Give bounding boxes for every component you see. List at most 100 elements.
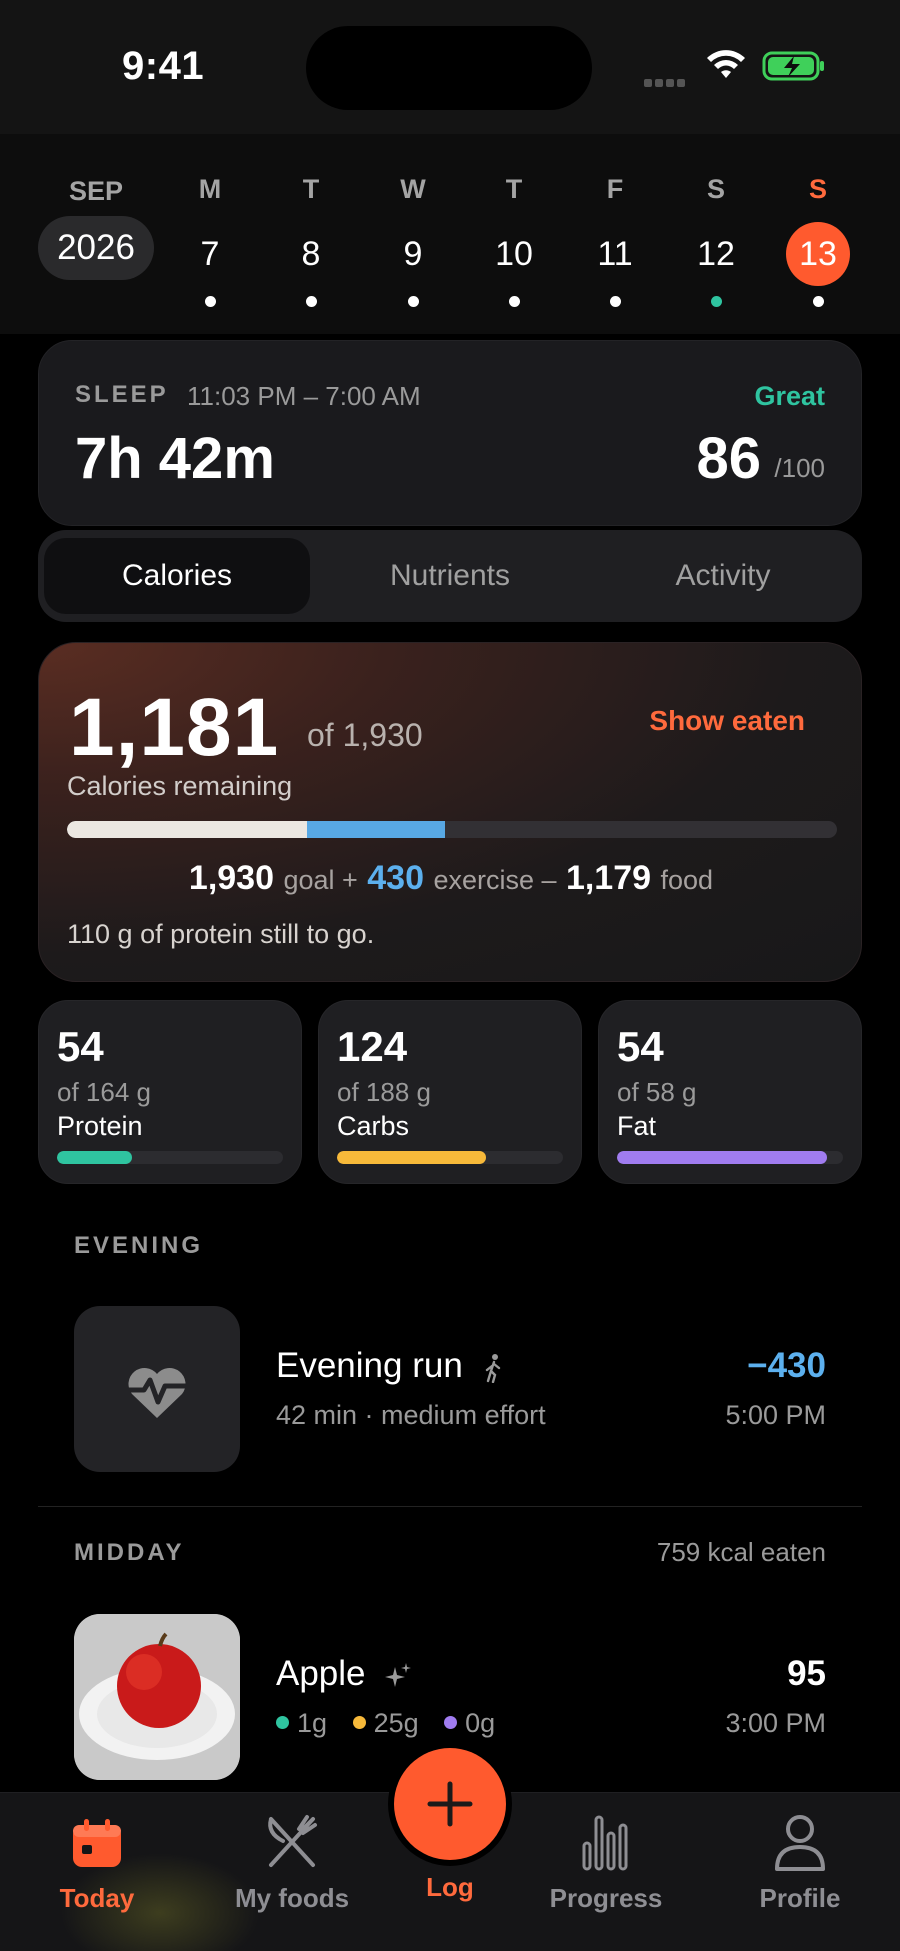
exercise-progress <box>307 821 445 838</box>
fat-dot <box>444 1716 458 1730</box>
sleep-label: SLEEP <box>75 381 169 408</box>
macro-card-fat[interactable]: 54 of 58 g Fat <box>598 1000 862 1184</box>
tabbar-label: Profile <box>759 1883 841 1913</box>
food-photo <box>74 1614 240 1780</box>
calorie-equation: 1,930 goal + 430 exercise – 1,179 food <box>39 859 863 898</box>
exercise-name: Evening run <box>276 1346 505 1386</box>
macro-progress-fill <box>57 1151 132 1164</box>
calendar-day-number: 13 <box>786 222 850 286</box>
calendar-day-of-week: S <box>808 174 827 204</box>
tab-activity[interactable]: Activity <box>590 538 856 614</box>
food-carbs: 25g <box>373 1708 419 1738</box>
exercise-label: exercise – <box>433 865 557 895</box>
calendar-day-number: 12 <box>697 235 735 273</box>
log-button[interactable] <box>394 1748 506 1860</box>
sleep-score: 86 <box>696 426 761 491</box>
calendar-day-dot <box>508 296 520 307</box>
protein-note: 110 g of protein still to go. <box>67 919 375 949</box>
sleep-card[interactable]: SLEEP 11:03 PM – 7:00 AM 7h 42m Great 86… <box>38 340 862 526</box>
tabbar-label: My foods <box>234 1883 350 1913</box>
calendar-day[interactable]: F 11 <box>565 174 665 307</box>
macro-progress-track <box>57 1151 283 1164</box>
macro-value: 54 <box>617 1023 664 1070</box>
apple-photo <box>74 1614 240 1780</box>
tabbar-profile[interactable]: Profile <box>720 1811 880 1914</box>
cellular-signal-icon <box>644 74 692 87</box>
calendar-day[interactable]: T8 <box>261 174 361 307</box>
sleep-range: 11:03 PM – 7:00 AM <box>187 381 421 411</box>
macro-target: of 188 g <box>337 1077 431 1107</box>
exercise-calories: −430 <box>747 1346 826 1385</box>
food-time: 3:00 PM <box>725 1708 826 1738</box>
macro-value: 124 <box>337 1023 408 1070</box>
calendar-day[interactable]: M7 <box>160 174 260 307</box>
calories-remaining-value: 1,181 <box>69 682 280 773</box>
calories-progress-bar <box>67 821 837 838</box>
food-value: 1,179 <box>565 859 652 897</box>
carbs-dot <box>352 1716 366 1730</box>
calendar-day-dot <box>305 296 317 307</box>
calendar-day-dot <box>204 296 216 307</box>
macro-card-carbs[interactable]: 124 of 188 g Carbs <box>318 1000 582 1184</box>
macro-progress-fill <box>617 1151 827 1164</box>
person-icon <box>775 1815 825 1871</box>
calendar-day-dot <box>609 296 621 307</box>
food-protein: 1g <box>297 1708 328 1738</box>
food-label: food <box>660 865 714 895</box>
show-eaten-button[interactable]: Show eaten <box>649 705 805 737</box>
macro-progress-track <box>617 1151 843 1164</box>
log-label: Log <box>426 1872 474 1902</box>
tabbar-label: Progress <box>549 1883 663 1913</box>
calendar-day-number: 10 <box>495 235 533 273</box>
food-fat: 0g <box>465 1708 496 1738</box>
calendar-day-number: 9 <box>403 235 423 273</box>
exercise-entry[interactable]: Evening run 42 min · medium effort −430 … <box>38 1306 862 1472</box>
exercise-time: 5:00 PM <box>725 1400 826 1430</box>
sleep-rating: Great <box>754 381 825 411</box>
calendar-day[interactable]: S 13 <box>768 174 868 307</box>
sparkles-icon <box>385 1662 412 1687</box>
calendar-day-dot <box>407 296 419 307</box>
food-progress <box>67 821 307 838</box>
tab-nutrients[interactable]: Nutrients <box>317 538 583 614</box>
calendar-day-number: 7 <box>200 235 220 273</box>
exercise-detail: 42 min · medium effort <box>276 1400 546 1430</box>
divider <box>38 1506 862 1507</box>
calendar-day-of-week: T <box>505 174 523 204</box>
food-name: Apple <box>276 1654 413 1694</box>
fork-knife-icon <box>268 1815 317 1867</box>
status-bar: 9:41 <box>0 0 900 134</box>
heart-pulse-icon <box>124 1367 190 1418</box>
calendar-day-of-week: T <box>302 174 320 204</box>
calendar-day[interactable]: S 12 <box>666 174 766 307</box>
calendar-day[interactable]: W9 <box>363 174 463 307</box>
plus-icon <box>427 1781 473 1827</box>
tabbar-today[interactable]: Today <box>17 1811 177 1914</box>
macro-card-protein[interactable]: 54 of 164 g Protein <box>38 1000 302 1184</box>
calendar-day-of-week: S <box>706 174 725 204</box>
tab-calories[interactable]: Calories <box>44 538 310 614</box>
macro-value: 54 <box>57 1023 104 1070</box>
tabbar-label: Today <box>59 1883 135 1913</box>
macro-progress-track <box>337 1151 563 1164</box>
section-title-midday: MIDDAY <box>74 1539 185 1566</box>
year-picker[interactable]: 2026 <box>38 216 154 280</box>
bar-chart-icon <box>582 1815 628 1871</box>
calendar-day-number: 8 <box>301 235 321 273</box>
tabbar-progress[interactable]: Progress <box>526 1811 686 1914</box>
tabbar-my-foods[interactable]: My foods <box>212 1811 372 1914</box>
sleep-duration: 7h 42m <box>75 426 275 491</box>
calories-card: 1,181 of 1,930 Show eaten Calories remai… <box>38 642 862 982</box>
calendar-icon <box>73 1819 121 1867</box>
macro-name: Protein <box>57 1111 143 1141</box>
calendar-day-of-week: F <box>606 174 624 204</box>
macro-name: Carbs <box>337 1111 410 1141</box>
wifi-icon <box>707 50 745 78</box>
calendar-day[interactable]: T 10 <box>464 174 564 307</box>
macro-target: of 164 g <box>57 1077 151 1107</box>
macro-name: Fat <box>617 1111 657 1141</box>
protein-dot <box>276 1716 289 1730</box>
calendar-month: SEP <box>68 176 124 206</box>
exercise-thumb <box>74 1306 240 1472</box>
calendar-day-dot <box>812 296 824 307</box>
